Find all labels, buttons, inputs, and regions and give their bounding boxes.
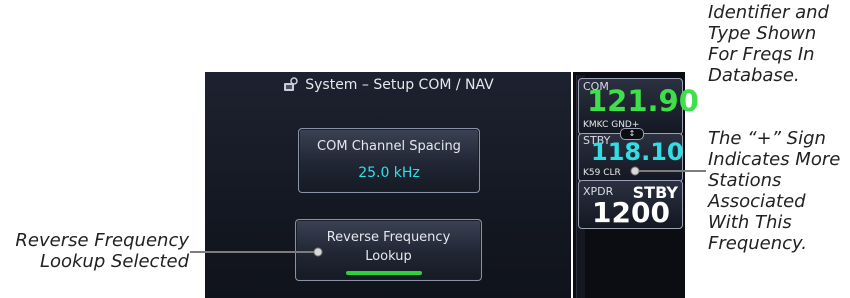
plus-sign-callout-text: The “+” Sign Indicates More Stations Ass… xyxy=(708,128,841,254)
reverse-lookup-label-line1: Reverse Frequency xyxy=(326,230,451,245)
transponder-box[interactable]: XPDR STBY 1200 xyxy=(578,180,683,229)
stby-station-identifier: K59 CLR xyxy=(583,168,621,178)
page-title: System – Setup COM / NAV xyxy=(305,77,494,93)
com-active-frequency: 121.90 xyxy=(587,84,699,118)
reverse-frequency-lookup-label: Reverse Frequency Lookup xyxy=(296,228,481,266)
selected-indicator-bar xyxy=(346,271,422,275)
reverse-frequency-lookup-button[interactable]: Reverse Frequency Lookup xyxy=(295,219,482,281)
reverse-lookup-callout-text: Reverse Frequency Lookup Selected xyxy=(15,230,189,272)
com-standby-frequency: 118.10 xyxy=(591,138,684,166)
com-active-frequency-box[interactable]: COM 121.90 KMKC GND+ xyxy=(578,78,699,135)
xpdr-squawk-code: 1200 xyxy=(592,196,670,229)
setup-com-nav-screen: System – Setup COM / NAV COM Channel Spa… xyxy=(205,72,571,298)
identifier-callout-text: Identifier and Type Shown For Freqs In D… xyxy=(708,2,829,86)
com-channel-spacing-button[interactable]: COM Channel Spacing 25.0 kHz xyxy=(298,128,480,193)
com-channel-spacing-label: COM Channel Spacing xyxy=(317,139,461,154)
reverse-lookup-label-line2: Lookup xyxy=(365,249,412,264)
frequency-transfer-icon[interactable]: ↕ xyxy=(620,128,644,140)
page-title-bar: System – Setup COM / NAV xyxy=(205,72,571,98)
system-setup-icon xyxy=(284,77,298,91)
com-channel-spacing-value: 25.0 kHz xyxy=(358,165,420,181)
com-standby-frequency-box[interactable]: STBY 118.10 K59 CLR xyxy=(578,133,684,182)
